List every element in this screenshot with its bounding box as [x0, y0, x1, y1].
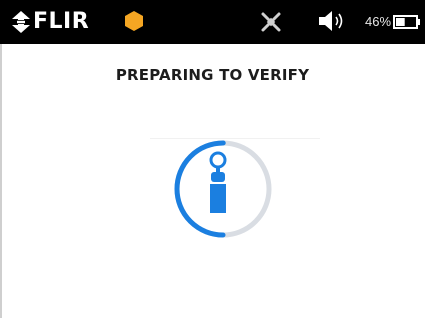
hexagon-status-icon — [125, 11, 143, 31]
left-edge-divider — [0, 44, 2, 318]
battery-icon — [393, 15, 420, 29]
battery-fill — [396, 18, 405, 26]
brand-name: FLIR — [33, 9, 90, 34]
flir-brand: FLIR — [12, 8, 89, 36]
status-bar: FLIR 46% — [0, 0, 425, 44]
speaker-icon[interactable] — [318, 10, 346, 32]
battery-percent: 46% — [365, 14, 392, 29]
page-title: PREPARING TO VERIFY — [115, 66, 310, 84]
flir-logo-icon — [12, 11, 30, 33]
progress-spinner — [174, 140, 272, 238]
gas-cylinder-icon — [209, 151, 227, 213]
satellite-off-icon — [261, 12, 281, 32]
